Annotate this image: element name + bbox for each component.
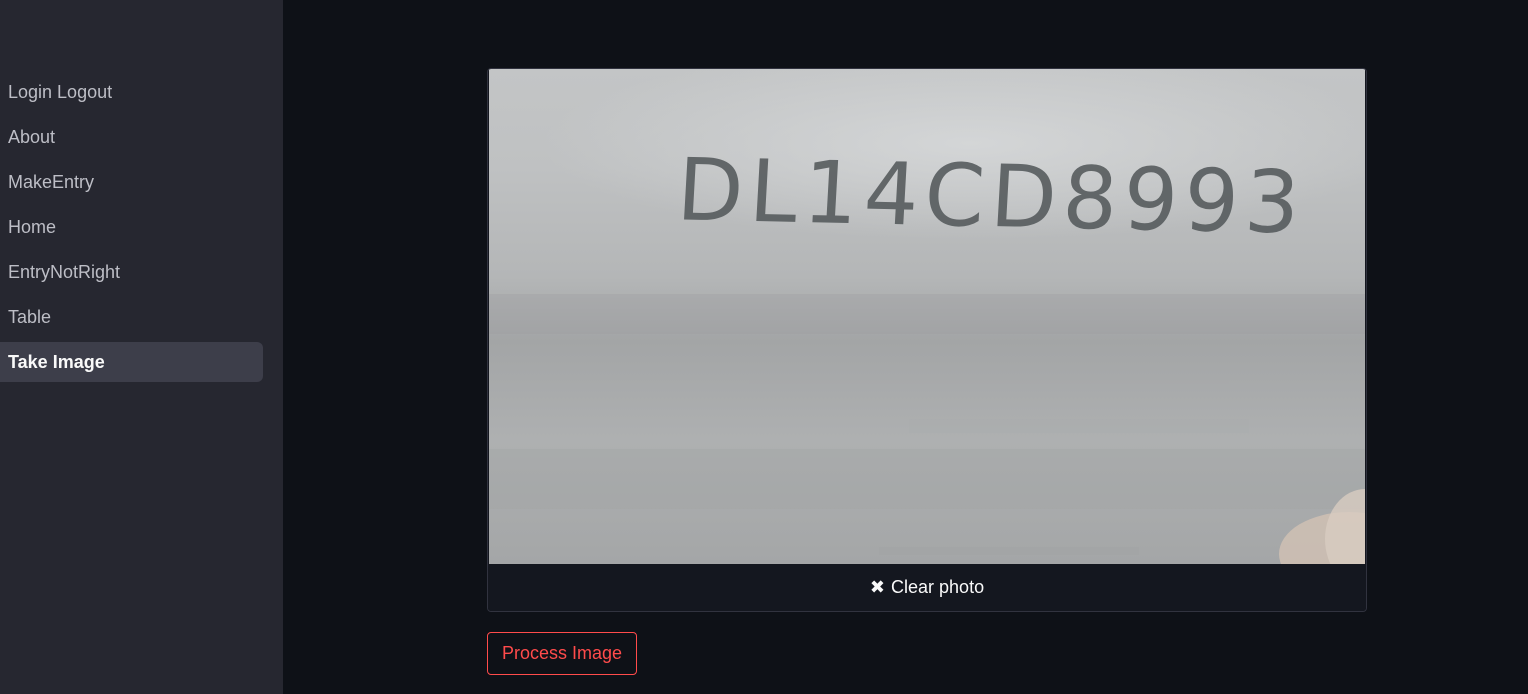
sidebar: Login Logout About MakeEntry Home EntryN… (0, 0, 283, 694)
sidebar-item-take-image[interactable]: Take Image (0, 342, 263, 382)
main-content: DL14CD8993 ✖ Clear photo Process Image (283, 0, 1528, 694)
captured-photo: DL14CD8993 (489, 69, 1365, 564)
handwritten-plate-text: DL14CD8993 (674, 140, 1309, 254)
camera-input: DL14CD8993 ✖ Clear photo (487, 68, 1367, 612)
sidebar-item-label: MakeEntry (8, 171, 95, 192)
sidebar-item-table[interactable]: Table (0, 297, 263, 337)
sidebar-item-label: Login Logout (8, 81, 113, 102)
sidebar-item-entrynotright[interactable]: EntryNotRight (0, 252, 263, 292)
sidebar-item-label: EntryNotRight (8, 261, 121, 282)
process-image-button[interactable]: Process Image (487, 632, 637, 675)
sidebar-item-login-logout[interactable]: Login Logout (0, 72, 263, 112)
sidebar-item-makeentry[interactable]: MakeEntry (0, 162, 263, 202)
sidebar-item-label: Table (8, 306, 52, 327)
sidebar-item-label: About (8, 126, 56, 147)
clear-photo-label: Clear photo (891, 577, 985, 597)
sidebar-item-home[interactable]: Home (0, 207, 263, 247)
close-icon: ✖ (869, 577, 886, 597)
app: Login Logout About MakeEntry Home EntryN… (0, 0, 1528, 694)
sidebar-item-label: Take Image (8, 351, 105, 372)
sidebar-item-about[interactable]: About (0, 117, 263, 157)
sidebar-item-label: Home (8, 216, 57, 237)
sidebar-nav: Login Logout About MakeEntry Home EntryN… (0, 72, 263, 387)
photo-texture (489, 294, 1365, 564)
clear-photo-button[interactable]: ✖ Clear photo (488, 564, 1366, 611)
